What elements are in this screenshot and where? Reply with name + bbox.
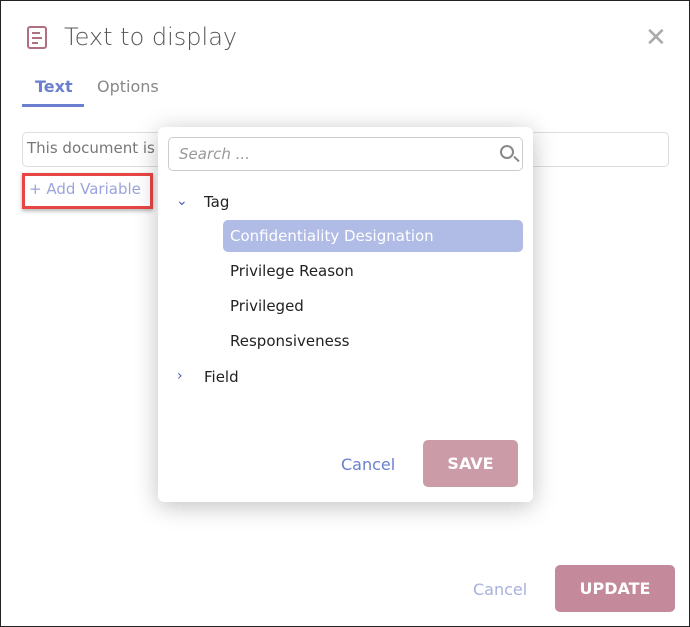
tree-item-confidentiality-designation[interactable]: Confidentiality Designation: [223, 220, 523, 252]
dialog-title: Text to display: [64, 23, 238, 51]
tree-item-responsiveness[interactable]: Responsiveness: [223, 325, 523, 357]
tree-item-privilege-reason[interactable]: Privilege Reason: [223, 255, 523, 287]
variable-picker-popup: Search ... ⌄ Tag Confidentiality Designa…: [158, 127, 533, 502]
tab-text[interactable]: Text: [35, 77, 73, 96]
update-button[interactable]: UPDATE: [555, 565, 675, 612]
popup-cancel-button[interactable]: Cancel: [341, 455, 395, 474]
save-button[interactable]: SAVE: [423, 440, 518, 487]
tab-options[interactable]: Options: [97, 77, 159, 96]
chevron-down-icon[interactable]: ⌄: [176, 193, 188, 209]
active-tab-indicator: [22, 104, 84, 107]
tree-group-field[interactable]: Field: [204, 368, 239, 386]
search-placeholder: Search ...: [179, 145, 250, 163]
document-icon: [27, 26, 47, 49]
cancel-button[interactable]: Cancel: [473, 580, 527, 599]
search-input[interactable]: Search ...: [168, 137, 523, 171]
search-icon[interactable]: [500, 145, 514, 159]
close-icon[interactable]: ✕: [645, 23, 667, 53]
add-variable-button[interactable]: + Add Variable: [22, 173, 153, 209]
tree-item-privileged[interactable]: Privileged: [223, 290, 523, 322]
chevron-right-icon[interactable]: ›: [177, 368, 183, 384]
tree-group-tag[interactable]: Tag: [204, 193, 229, 211]
